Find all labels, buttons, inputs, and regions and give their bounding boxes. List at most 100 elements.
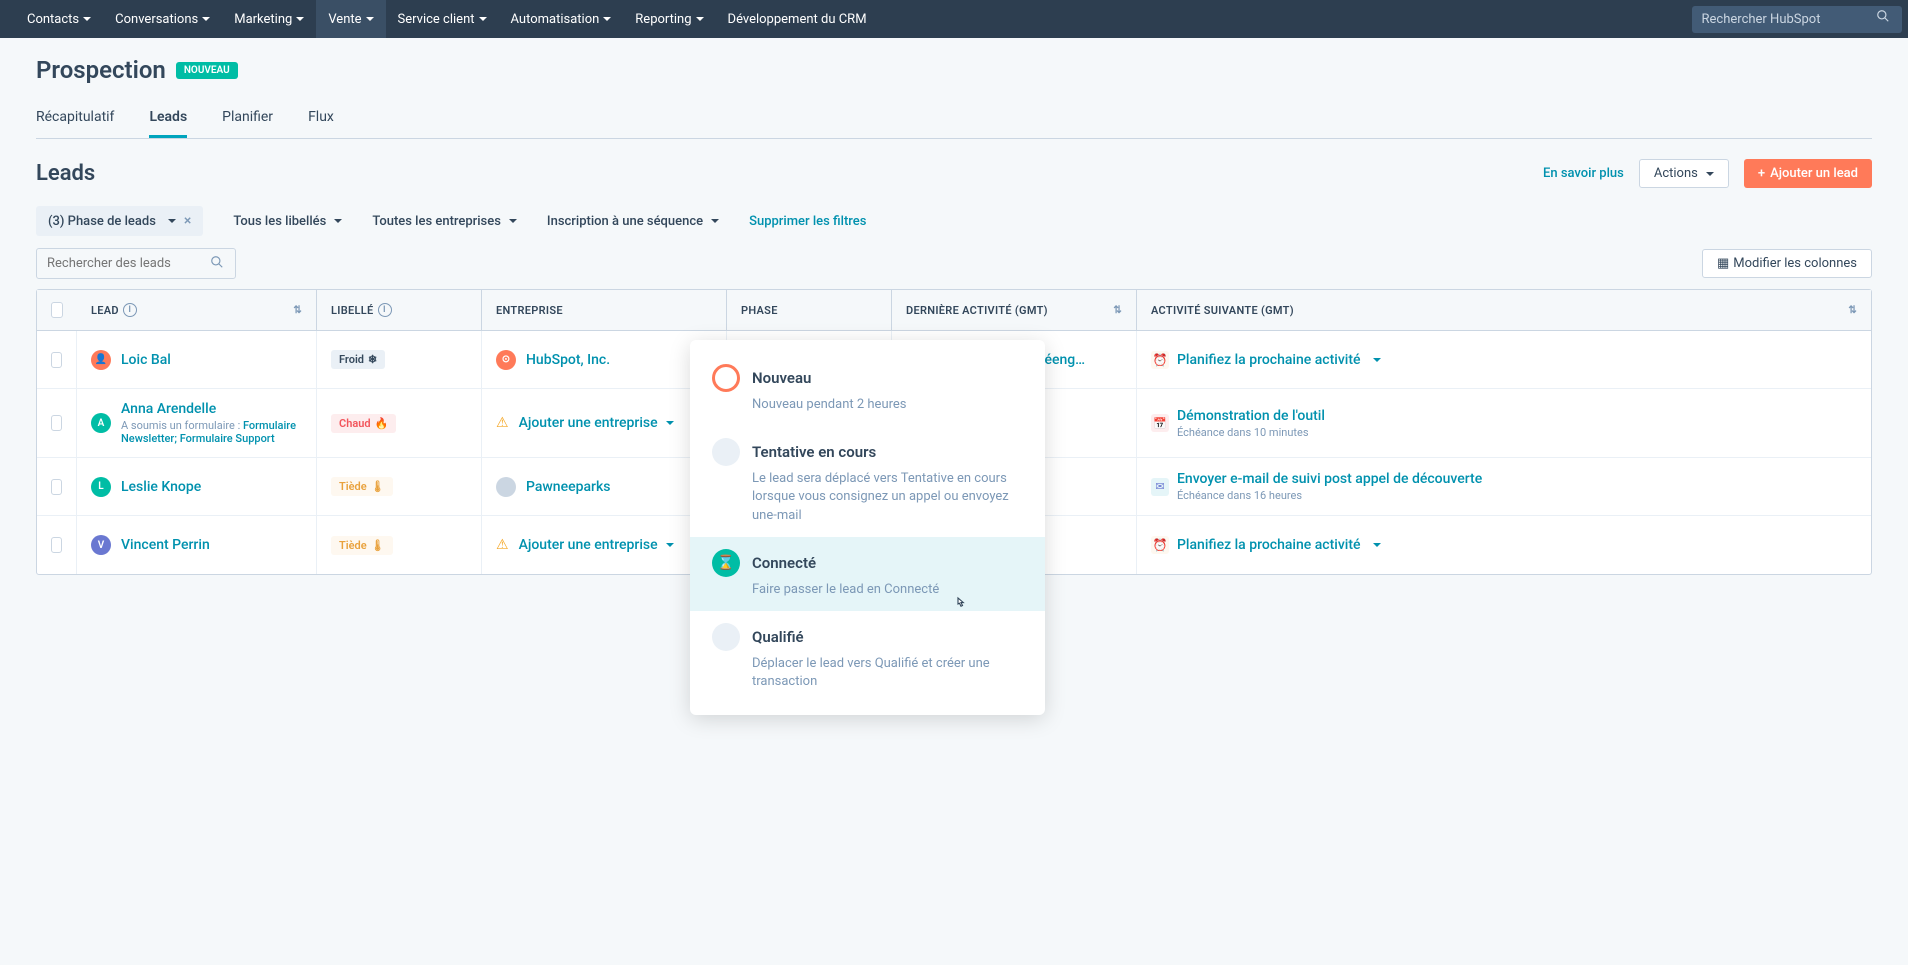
add-company-link[interactable]: Ajouter une entreprise xyxy=(519,537,674,553)
sort-icon[interactable]: ⇅ xyxy=(293,305,302,316)
modify-columns-button[interactable]: ▦ Modifier les colonnes xyxy=(1702,249,1872,278)
chevron-down-icon xyxy=(1706,172,1714,176)
chevron-down-icon xyxy=(296,17,304,21)
phase-option-nouveau[interactable]: Nouveau Nouveau pendant 2 heures xyxy=(690,352,1045,426)
phase-circle-icon xyxy=(712,438,740,466)
tab-leads[interactable]: Leads xyxy=(149,99,187,138)
chevron-down-icon xyxy=(509,219,517,223)
actions-button[interactable]: Actions xyxy=(1639,159,1729,188)
nav-reporting[interactable]: Reporting xyxy=(623,0,715,38)
columns-icon: ▦ xyxy=(1717,256,1729,271)
label-warm[interactable]: Tiède 🌡 xyxy=(331,536,393,555)
plan-activity-link[interactable]: Planifiez la prochaine activité xyxy=(1177,352,1361,368)
row-checkbox[interactable] xyxy=(51,479,62,495)
learn-more-link[interactable]: En savoir plus xyxy=(1543,166,1624,181)
select-all-checkbox[interactable] xyxy=(51,302,63,318)
chevron-down-icon xyxy=(366,17,374,21)
cursor-icon xyxy=(952,595,970,613)
clock-icon: ⏰ xyxy=(1151,351,1169,369)
page-header: Prospection Nouveau Récapitulatif Leads … xyxy=(0,38,1908,139)
lead-search-input[interactable] xyxy=(36,248,236,279)
add-lead-button[interactable]: +Ajouter un lead xyxy=(1744,159,1872,188)
row-checkbox[interactable] xyxy=(51,415,62,431)
top-navigation: Contacts Conversations Marketing Vente S… xyxy=(0,0,1908,38)
nav-crm-dev[interactable]: Développement du CRM xyxy=(716,0,879,38)
avatar: A xyxy=(91,413,111,433)
tabs: Récapitulatif Leads Planifier Flux xyxy=(36,99,1872,139)
column-label[interactable]: Libelléi xyxy=(317,290,482,330)
column-lead[interactable]: Leadi⇅ xyxy=(77,290,317,330)
nav-vente[interactable]: Vente xyxy=(316,0,385,38)
chevron-down-icon xyxy=(1373,358,1381,362)
phase-option-qualifie[interactable]: Qualifié Déplacer le lead vers Qualifié … xyxy=(690,611,1045,703)
nav-automation[interactable]: Automatisation xyxy=(499,0,624,38)
chevron-down-icon xyxy=(666,421,674,425)
lead-name-link[interactable]: Loic Bal xyxy=(121,352,171,368)
lead-subtitle: A soumis un formulaire : Formulaire News… xyxy=(121,419,302,445)
nav-marketing[interactable]: Marketing xyxy=(222,0,316,38)
row-checkbox[interactable] xyxy=(51,352,62,368)
chevron-down-icon xyxy=(603,17,611,21)
label-hot[interactable]: Chaud 🔥 xyxy=(331,414,396,433)
plus-icon: + xyxy=(1758,166,1765,181)
chevron-down-icon xyxy=(666,543,674,547)
nav-contacts[interactable]: Contacts xyxy=(15,0,103,38)
label-warm[interactable]: Tiède 🌡 xyxy=(331,477,393,496)
phase-option-tentative[interactable]: Tentative en cours Le lead sera déplacé … xyxy=(690,426,1045,537)
sort-icon[interactable]: ⇅ xyxy=(1848,305,1857,316)
company-avatar: ⊙ xyxy=(496,350,516,370)
company-link[interactable]: Pawneeparks xyxy=(526,479,610,495)
filter-companies[interactable]: Toutes les entreprises xyxy=(372,214,517,229)
clock-icon: ⏰ xyxy=(1151,536,1169,554)
phase-option-connecte[interactable]: ⌛Connecté Faire passer le lead en Connec… xyxy=(690,537,1045,611)
filter-labels[interactable]: Tous les libellés xyxy=(233,214,342,229)
nav-conversations[interactable]: Conversations xyxy=(103,0,222,38)
chevron-down-icon xyxy=(334,219,342,223)
search-icon[interactable] xyxy=(210,255,224,273)
tab-recap[interactable]: Récapitulatif xyxy=(36,99,114,138)
phase-circle-icon: ⌛ xyxy=(712,549,740,577)
info-icon: i xyxy=(123,303,137,317)
calendar-icon: 📅 xyxy=(1151,414,1169,432)
column-phase: Phase xyxy=(727,290,892,330)
nav-service[interactable]: Service client xyxy=(386,0,499,38)
info-icon: i xyxy=(378,303,392,317)
chevron-down-icon xyxy=(479,17,487,21)
plan-activity-link[interactable]: Planifiez la prochaine activité xyxy=(1177,537,1361,553)
avatar: L xyxy=(91,477,111,497)
company-link[interactable]: HubSpot, Inc. xyxy=(526,352,610,368)
page-title: Prospection xyxy=(36,56,166,84)
phase-circle-icon xyxy=(712,623,740,651)
search-icon[interactable] xyxy=(1876,11,1890,27)
phase-popover: Nouveau Nouveau pendant 2 heures Tentati… xyxy=(690,340,1045,715)
clear-filters-link[interactable]: Supprimer les filtres xyxy=(749,214,866,229)
column-last-activity[interactable]: Dernière activité (GMT)⇅ xyxy=(892,290,1137,330)
next-activity-due: Échéance dans 10 minutes xyxy=(1177,426,1325,439)
tab-flux[interactable]: Flux xyxy=(308,99,334,138)
chevron-down-icon xyxy=(696,17,704,21)
new-badge: Nouveau xyxy=(176,62,238,79)
row-checkbox[interactable] xyxy=(51,537,62,553)
chevron-down-icon xyxy=(168,219,176,223)
next-activity-title[interactable]: Envoyer e-mail de suivi post appel de dé… xyxy=(1177,471,1482,487)
add-company-link[interactable]: Ajouter une entreprise xyxy=(519,415,674,431)
lead-name-link[interactable]: Vincent Perrin xyxy=(121,537,210,553)
sort-icon[interactable]: ⇅ xyxy=(1113,305,1122,316)
warning-icon: ⚠ xyxy=(496,537,509,553)
phase-circle-icon xyxy=(712,364,740,392)
lead-name-link[interactable]: Anna Arendelle xyxy=(121,401,302,417)
tab-plan[interactable]: Planifier xyxy=(222,99,273,138)
filter-sequence[interactable]: Inscription à une séquence xyxy=(547,214,719,229)
label-cold[interactable]: Froid ❄ xyxy=(331,350,385,369)
next-activity-title[interactable]: Démonstration de l'outil xyxy=(1177,408,1325,424)
global-search-input[interactable] xyxy=(1692,6,1902,33)
filter-phase-chip[interactable]: (3) Phase de leads × xyxy=(36,206,203,236)
chevron-down-icon xyxy=(83,17,91,21)
avatar: V xyxy=(91,535,111,555)
column-next-activity[interactable]: Activité suivante (GMT)⇅ xyxy=(1137,290,1871,330)
close-icon[interactable]: × xyxy=(184,213,191,229)
lead-name-link[interactable]: Leslie Knope xyxy=(121,479,201,495)
chevron-down-icon xyxy=(202,17,210,21)
next-activity-due: Échéance dans 16 heures xyxy=(1177,489,1482,502)
chevron-down-icon xyxy=(711,219,719,223)
